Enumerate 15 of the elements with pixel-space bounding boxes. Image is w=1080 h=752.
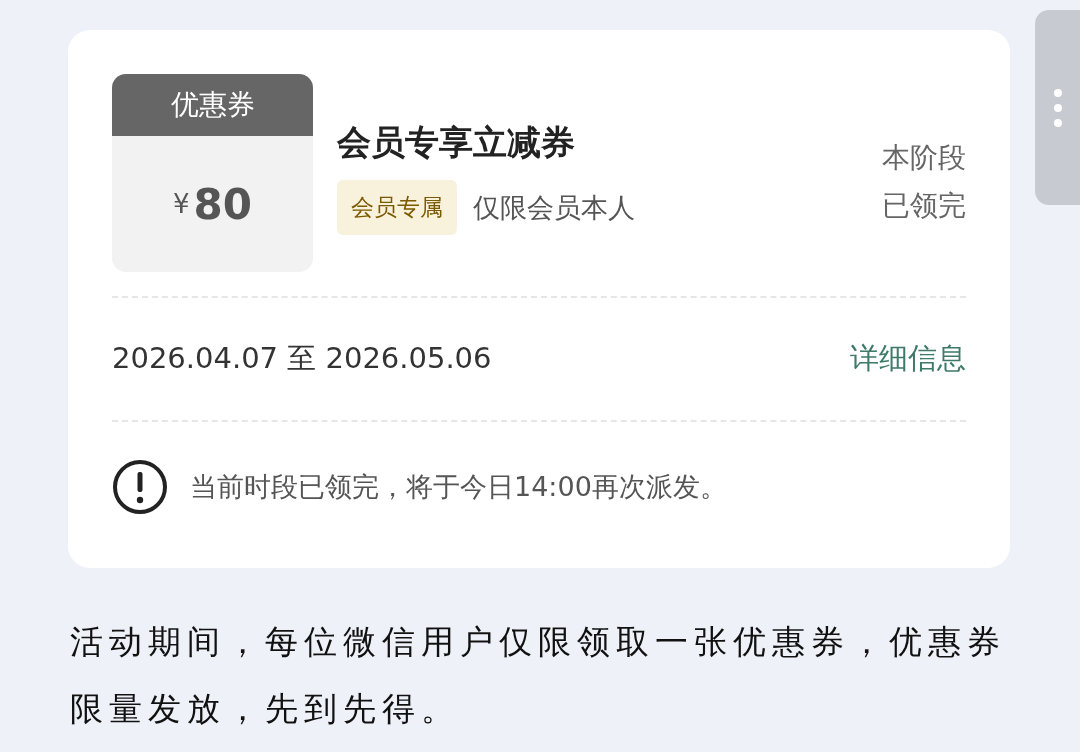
more-menu-button[interactable] xyxy=(1035,10,1080,205)
stub-header: 优惠券 xyxy=(112,74,313,136)
notice-text: 当前时段已领完，将于今日14:00再次派发。 xyxy=(190,470,727,504)
coupon-amount: 80 xyxy=(193,179,252,229)
details-link[interactable]: 详细信息 xyxy=(850,339,966,379)
currency-symbol: ¥ xyxy=(173,189,190,219)
status-text: 已领完 xyxy=(882,188,966,224)
member-tag: 会员专属 xyxy=(337,180,457,235)
validity-dates: 2026.04.07 至 2026.05.06 xyxy=(112,340,492,377)
status-text: 本阶段 xyxy=(882,140,966,176)
description-text: 活动期间，每位微信用户仅限领取一张优惠券，优惠券限量发放，先到先得。 xyxy=(70,621,1007,730)
restriction-text: 仅限会员本人 xyxy=(473,190,635,225)
coupon-title: 会员专享立减券 xyxy=(337,121,576,164)
more-icon xyxy=(1052,87,1063,128)
warning-icon xyxy=(112,459,168,515)
